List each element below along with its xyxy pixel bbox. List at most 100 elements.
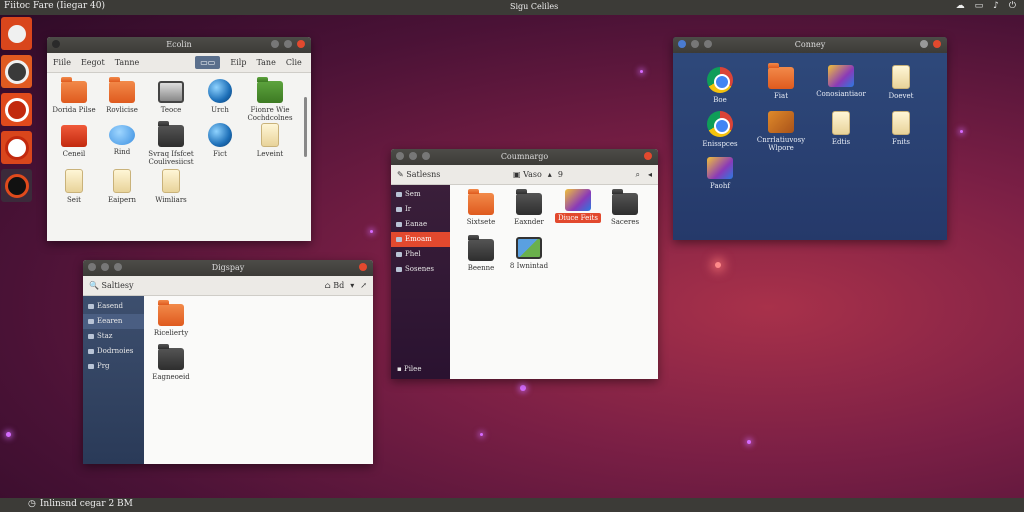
file-item[interactable]: Fnits	[876, 111, 926, 146]
launcher-firefox-icon[interactable]	[1, 55, 32, 88]
star-icon	[565, 189, 591, 211]
file-item[interactable]: Enisspces	[695, 111, 745, 148]
sidebar-item[interactable]: Emoam	[391, 232, 450, 247]
window-titlebar[interactable]: Ecolin	[47, 37, 311, 53]
breadcrumb[interactable]: ✎ Satlesns	[397, 170, 440, 179]
launcher-help-icon[interactable]	[1, 131, 32, 164]
launcher-ubuntu-icon[interactable]	[1, 17, 32, 50]
file-item[interactable]: Svraq Ifsfcet Coulivesiicst	[146, 121, 196, 166]
folder-icon	[109, 77, 135, 103]
file-item[interactable]: Eaipern	[97, 169, 147, 204]
file-item[interactable]: Eaxnder	[504, 189, 554, 226]
close-button[interactable]	[297, 40, 305, 48]
file-item[interactable]: Eagneoeid	[146, 344, 196, 381]
file-item[interactable]: Leveint	[245, 123, 295, 158]
file-item[interactable]: Beenne	[456, 235, 506, 272]
file-item[interactable]: Wimliars	[146, 169, 196, 204]
network-icon[interactable]: ☁	[956, 1, 965, 11]
file-item[interactable]: Fict	[195, 123, 245, 158]
menu-view[interactable]: Tanne	[115, 58, 140, 67]
sidebar-item[interactable]: Dodrnoies	[83, 344, 144, 359]
app-icon	[61, 125, 87, 147]
file-item[interactable]: Conosiantiaor	[816, 65, 866, 98]
file-item[interactable]: Rind	[97, 125, 147, 156]
window-titlebar[interactable]: Coumnargo	[391, 149, 658, 165]
breadcrumb[interactable]: 🔍 Saltiesy	[89, 281, 133, 290]
close-button[interactable]	[933, 40, 941, 48]
panel-clock[interactable]: Sigu Celiles	[510, 2, 558, 11]
window-titlebar[interactable]: Digspay	[83, 260, 373, 276]
volume-icon[interactable]: ♪	[993, 1, 999, 11]
file-item[interactable]: Doevet	[876, 65, 926, 100]
sidebar-item[interactable]: Sem	[391, 187, 450, 202]
sidebar-item[interactable]: Eearen	[83, 314, 144, 329]
active-app-title: Fiitoc Fare (Iiegar 40)	[4, 1, 105, 11]
cubes-icon	[768, 111, 794, 133]
sidebar-item[interactable]: Prg	[83, 359, 144, 374]
status-item[interactable]: ◷ Inlinsnd cegar 2 BM	[28, 499, 133, 509]
sidebar-footer[interactable]: ▪ Pilee	[397, 365, 421, 373]
file-item[interactable]: Seit	[49, 169, 99, 204]
menu-tools[interactable]: Tane	[256, 58, 275, 67]
chevron-down-icon[interactable]: ▾	[350, 281, 354, 290]
menu-icon[interactable]: ◂	[648, 170, 652, 180]
file-item[interactable]: Fionre Wie Cochdcolnes	[245, 77, 295, 122]
menu-edit[interactable]: Eegot	[81, 58, 105, 67]
top-panel: Fiitoc Fare (Iiegar 40) Sigu Celiles ☁ ▭…	[0, 0, 1024, 15]
file-item[interactable]: Rovlicise	[97, 77, 147, 114]
sidebar-item[interactable]: Sosenes	[391, 262, 450, 277]
file-item[interactable]: Sixtsete	[456, 189, 506, 226]
file-item[interactable]: Boe	[695, 67, 745, 104]
path-bar: 🔍 Saltiesy ⌂ Bd ▾ ↗	[83, 276, 373, 296]
file-item[interactable]: Saceres	[600, 189, 650, 226]
launcher-software-icon[interactable]	[1, 93, 32, 126]
sidebar-item[interactable]: Phel	[391, 247, 450, 262]
maximize-button[interactable]	[920, 40, 928, 48]
document-icon	[65, 169, 83, 193]
sidebar-item[interactable]: Easend	[83, 299, 144, 314]
file-item[interactable]: Teoce	[146, 81, 196, 114]
chevron-down-icon[interactable]: ▴	[548, 170, 552, 179]
file-item[interactable]: Paohf	[695, 157, 745, 190]
search-icon[interactable]: ⌕	[635, 170, 639, 180]
background-star	[6, 432, 11, 437]
maximize-button[interactable]	[284, 40, 292, 48]
background-star	[370, 230, 373, 233]
menu-bar: Fiile Eegot Tanne ▭▭ Eilp Tane Clie ▾	[47, 53, 311, 73]
file-item[interactable]: Urch	[195, 79, 245, 114]
folder-icon	[158, 300, 184, 326]
file-item[interactable]: 8 Iwnintad	[504, 237, 554, 270]
window-titlebar[interactable]: Conney	[673, 37, 947, 53]
paint-icon	[828, 65, 854, 87]
file-item[interactable]: Ceneil	[49, 125, 99, 158]
power-icon[interactable]: ⏻	[1009, 1, 1016, 11]
sidebar-item[interactable]: Ir	[391, 202, 450, 217]
search-icon[interactable]: ↗	[360, 281, 367, 290]
folder-icon	[61, 77, 87, 103]
close-button[interactable]	[644, 152, 652, 160]
background-star	[747, 440, 751, 444]
sidebar-item[interactable]: Eanae	[391, 217, 450, 232]
battery-icon[interactable]: ▭	[975, 1, 984, 11]
file-item[interactable]: Fiat	[756, 63, 806, 100]
view-toggle-button[interactable]: ▭▭	[195, 56, 221, 69]
menu-file[interactable]: Fiile	[53, 58, 71, 67]
background-star	[960, 130, 963, 133]
file-manager-window: Conney Boe Fiat Conosiantiaor Doevet Eni…	[673, 37, 947, 240]
app-icon	[109, 125, 135, 145]
location-button[interactable]: ▣ Vaso	[513, 170, 542, 179]
file-item-selected[interactable]: Diuce Feits	[553, 189, 603, 223]
file-item[interactable]: Edtis	[816, 111, 866, 146]
background-star	[640, 70, 643, 73]
minimize-button[interactable]	[271, 40, 279, 48]
menu-close[interactable]: Clie	[286, 58, 302, 67]
file-item[interactable]: Dorida Pilse	[49, 77, 99, 114]
file-item[interactable]: Cnrrlatiuvosy Wlpore	[756, 111, 806, 152]
launcher	[0, 15, 34, 215]
launcher-settings-icon[interactable]	[1, 169, 32, 202]
sidebar-item[interactable]: Staz	[83, 329, 144, 344]
location-button[interactable]: ⌂ Bd	[325, 281, 345, 290]
menu-help[interactable]: Eilp	[230, 58, 246, 67]
close-button[interactable]	[359, 263, 367, 271]
file-item[interactable]: Ricelierty	[146, 300, 196, 337]
